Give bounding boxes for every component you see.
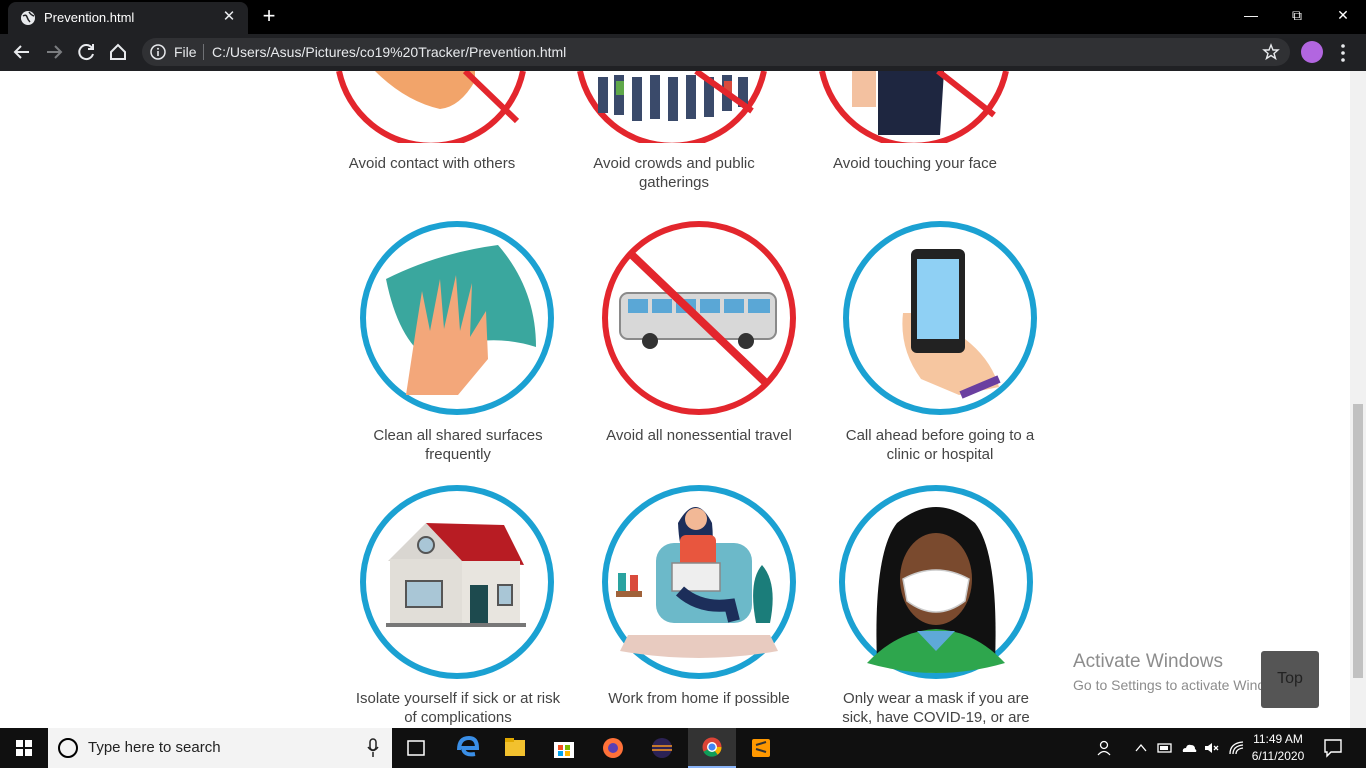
taskbar-search-box[interactable]: Type here to search (48, 728, 392, 768)
no-handshake-illustration (336, 71, 526, 143)
chevron-up-icon[interactable] (1132, 739, 1150, 757)
no-travel-illustration (602, 221, 796, 415)
work-from-home-illustration (602, 485, 796, 679)
microsoft-store-icon[interactable] (540, 728, 588, 768)
cortana-icon (58, 738, 78, 758)
clean-surfaces-illustration (360, 221, 554, 415)
url-text[interactable]: C:/Users/Asus/Pictures/co19%20Tracker/Pr… (212, 44, 566, 60)
browser-title-bar: Prevention.html ✕ + — ⧉ ✕ (0, 0, 1366, 34)
call-ahead-illustration (843, 221, 1037, 415)
volume-muted-icon[interactable] (1203, 739, 1221, 757)
wifi-icon[interactable] (1228, 739, 1246, 757)
chrome-icon[interactable] (688, 728, 736, 768)
restore-icon[interactable]: ⧉ (1274, 0, 1320, 32)
no-crowds-illustration (577, 71, 767, 143)
windows-taskbar: Type here to search 11:49 AM 6/11/2020 (0, 728, 1366, 768)
clock-date: 6/11/2020 (1251, 749, 1305, 763)
onedrive-icon[interactable] (1180, 739, 1198, 757)
scroll-to-top-button[interactable]: Top (1261, 651, 1319, 708)
mask-illustration (839, 485, 1033, 679)
forward-icon[interactable] (40, 38, 68, 66)
no-face-touching-illustration (819, 71, 1009, 143)
bookmark-star-icon[interactable] (1262, 43, 1280, 61)
edge-icon[interactable] (443, 728, 491, 768)
notification-center-icon[interactable] (1322, 738, 1344, 758)
system-clock[interactable]: 11:49 AM 6/11/2020 (1248, 731, 1308, 765)
browser-tab[interactable]: Prevention.html ✕ (8, 2, 248, 34)
scrollbar-thumb[interactable] (1353, 404, 1363, 678)
battery-icon[interactable] (1156, 739, 1174, 757)
eclipse-icon[interactable] (638, 728, 686, 768)
address-bar[interactable]: File C:/Users/Asus/Pictures/co19%20Track… (142, 38, 1290, 66)
caption-avoid-contact: Avoid contact with others (348, 155, 516, 172)
page-scrollbar[interactable] (1350, 71, 1366, 728)
url-scheme-label: File (174, 44, 197, 60)
sublime-text-icon[interactable] (737, 728, 785, 768)
caption-work-from-home: Work from home if possible (608, 690, 790, 707)
caption-isolate: Isolate yourself if sick or at risk of c… (355, 690, 561, 726)
reload-icon[interactable] (72, 38, 100, 66)
caption-call-ahead: Call ahead before going to a clinic or h… (845, 427, 1035, 463)
home-icon[interactable] (104, 38, 132, 66)
search-placeholder: Type here to search (88, 739, 221, 756)
minimize-icon[interactable]: — (1228, 0, 1274, 32)
close-window-icon[interactable]: ✕ (1320, 0, 1366, 32)
firefox-icon[interactable] (589, 728, 637, 768)
new-tab-button[interactable]: + (256, 4, 282, 30)
globe-icon (21, 11, 35, 25)
caption-clean-surfaces: Clean all shared surfaces frequently (373, 427, 543, 463)
tab-title: Prevention.html (44, 10, 135, 25)
caption-avoid-crowds: Avoid crowds and public gatherings (593, 155, 755, 191)
caption-wear-mask: Only wear a mask if you are sick, have C… (842, 690, 1030, 726)
isolate-house-illustration (360, 485, 554, 679)
info-icon[interactable] (150, 44, 166, 60)
omnibox-separator (203, 44, 204, 60)
back-icon[interactable] (8, 38, 36, 66)
windows-start-icon[interactable] (0, 728, 48, 768)
clock-time: 11:49 AM (1253, 732, 1303, 746)
browser-toolbar: File C:/Users/Asus/Pictures/co19%20Track… (0, 34, 1366, 71)
microphone-icon[interactable] (366, 738, 380, 758)
task-view-icon[interactable] (392, 728, 440, 768)
close-tab-icon[interactable]: ✕ (218, 6, 240, 28)
kebab-menu-icon[interactable] (1338, 42, 1348, 64)
people-icon[interactable] (1096, 739, 1114, 757)
profile-avatar[interactable] (1301, 41, 1323, 63)
caption-avoid-travel: Avoid all nonessential travel (606, 427, 792, 444)
file-explorer-icon[interactable] (491, 728, 539, 768)
caption-avoid-touching-face: Avoid touching your face (833, 155, 997, 172)
page-content: Avoid contact with others Avoid crowds a… (0, 71, 1350, 728)
